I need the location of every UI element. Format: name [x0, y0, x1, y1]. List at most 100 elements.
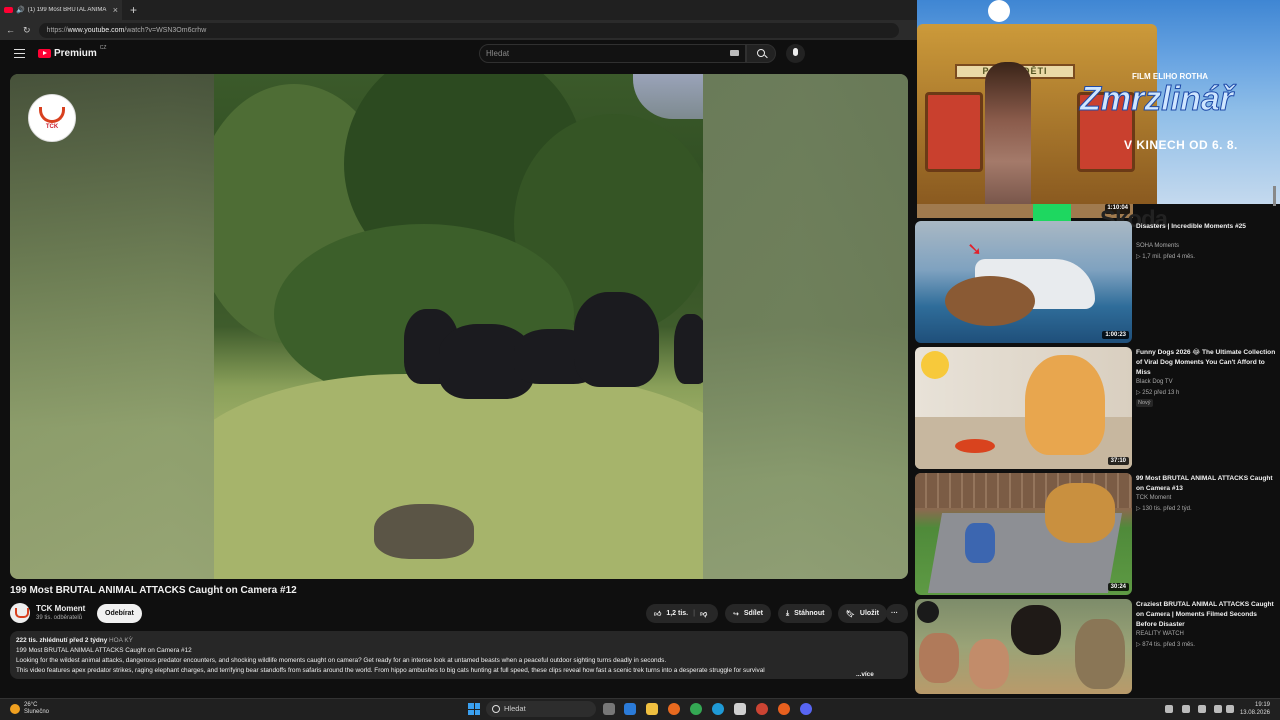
weather-widget[interactable]: 26°C Slunečno [10, 702, 49, 716]
store-icon[interactable] [734, 703, 746, 715]
browser-tab-bar: 🔊 (1) 199 Most BRUTAL ANIMA × + [0, 0, 917, 20]
video-meta: ▷ 874 tis. před 3 měs. [1136, 642, 1195, 648]
video-thumbnail[interactable]: ➘ 1:00:23 [915, 221, 1132, 343]
mail-icon[interactable] [624, 703, 636, 715]
video-player[interactable]: TCK [10, 74, 908, 579]
url-field[interactable]: https://www.youtube.com/watch?v=WSN3Om6c… [38, 22, 899, 38]
video-duration: 30:24 [1107, 583, 1129, 591]
discord-icon[interactable] [800, 703, 812, 715]
firefox-active-icon[interactable] [778, 703, 790, 715]
subscriber-count: 39 tis. odběratelů [36, 615, 83, 621]
browser-tab[interactable]: 🔊 (1) 199 Most BRUTAL ANIMA × [0, 0, 122, 20]
video-meta: ▷ 252 před 13 h [1136, 390, 1180, 396]
voice-search-button[interactable] [786, 44, 805, 63]
youtube-play-icon [38, 49, 51, 58]
reload-icon[interactable]: ↻ [23, 25, 31, 36]
tab-title: (1) 199 Most BRUTAL ANIMA [27, 7, 107, 13]
sky [633, 74, 703, 119]
new-badge: Nový [1136, 399, 1153, 407]
download-button[interactable]: ⤓ Stáhnout [778, 604, 833, 623]
share-label: Sdílet [743, 610, 763, 617]
keyboard-icon[interactable] [730, 50, 739, 56]
channel-name[interactable]: TCK Moment [1136, 495, 1171, 501]
new-tab-button[interactable]: + [130, 3, 137, 17]
video-title[interactable]: Funny Dogs 2026 😂 The Ultimate Collectio… [1136, 348, 1276, 378]
video-duration: 1:00:23 [1102, 331, 1129, 339]
youtube-header: Premium CZ Hledat [0, 40, 917, 70]
file-explorer-icon[interactable] [646, 703, 658, 715]
video-title[interactable]: 99 Most BRUTAL ANIMAL ATTACKS Caught on … [1136, 474, 1276, 494]
video-thumbnail[interactable]: 30:24 [915, 473, 1132, 595]
video-meta: ▷ 130 tis. před 2 týd. [1136, 506, 1192, 512]
related-video[interactable]: 30:24 99 Most BRUTAL ANIMAL ATTACKS Caug… [915, 473, 1280, 595]
related-video[interactable]: Craziest BRUTAL ANIMAL ATTACKS Caught on… [915, 599, 1280, 694]
dislike-icon[interactable]: 👎︎ [700, 609, 707, 618]
sun-icon [10, 704, 20, 714]
like-count[interactable]: 1,2 tis. [666, 610, 688, 617]
edge-icon[interactable] [712, 703, 724, 715]
app-icon[interactable] [756, 703, 768, 715]
snowman-mascot-icon [988, 0, 1010, 22]
search-placeholder: Hledat [486, 49, 510, 58]
phoenix-logo-icon [39, 106, 65, 123]
ad-character [985, 62, 1031, 204]
system-clock[interactable]: 19:19 13.08.2026 [1240, 701, 1270, 717]
search-icon [757, 49, 765, 57]
show-more-link[interactable]: ...více [856, 671, 874, 678]
firefox-icon[interactable] [668, 703, 680, 715]
chrome-icon[interactable] [690, 703, 702, 715]
divider: | [693, 610, 696, 617]
subscribe-button[interactable]: Odebírat [97, 604, 142, 623]
red-arrow-icon: ➘ [967, 239, 983, 259]
description-box[interactable]: 222 tis. zhlédnutí před 2 týdny HOA KỲ 1… [10, 631, 908, 679]
bookmark-icon: 🔖︎ [846, 610, 855, 618]
channel-avatar[interactable] [10, 603, 30, 623]
channel-name[interactable]: Black Dog TV [1136, 379, 1173, 385]
cloud-icon[interactable] [1182, 705, 1190, 713]
channel-watermark: TCK [28, 94, 76, 142]
speaker-icon[interactable]: 🔊 [16, 6, 25, 14]
video-frame[interactable] [214, 74, 703, 579]
address-bar-row: ← ↻ https://www.youtube.com/watch?v=WSN3… [0, 20, 917, 40]
video-title: 199 Most BRUTAL ANIMAL ATTACKS Caught on… [10, 585, 297, 596]
close-tab-icon[interactable]: × [113, 5, 118, 15]
scrollbar-thumb[interactable] [1273, 186, 1276, 206]
channel-name[interactable]: TCK Moment [36, 604, 85, 613]
view-stats: 222 tis. zhlédnutí před 2 týdny [16, 637, 108, 644]
network-icon[interactable] [1214, 705, 1222, 713]
watermark-text: TCK [45, 123, 59, 130]
ad-window-left [925, 92, 983, 172]
more-actions-button[interactable]: ··· [886, 604, 908, 623]
video-thumbnail[interactable]: 37:10 [915, 347, 1132, 469]
video-thumbnail[interactable] [915, 599, 1132, 694]
task-view-icon[interactable] [603, 703, 615, 715]
taskbar-search[interactable]: Hledat [486, 701, 596, 717]
video-title[interactable]: Craziest BRUTAL ANIMAL ATTACKS Caught on… [1136, 600, 1276, 630]
windows-start-icon[interactable] [468, 703, 480, 715]
video-title[interactable]: Disasters | Incredible Moments #25 [1136, 222, 1276, 232]
volume-icon[interactable] [1226, 705, 1234, 713]
youtube-logo[interactable]: Premium CZ [38, 45, 106, 59]
channel-name[interactable]: REALITY WATCH [1136, 631, 1184, 637]
search-input[interactable]: Hledat [479, 44, 746, 63]
location-tag[interactable]: HOA KỲ [109, 637, 133, 644]
menu-icon[interactable] [14, 49, 25, 58]
search-button[interactable] [746, 44, 776, 63]
tray-chevron-icon[interactable] [1165, 705, 1173, 713]
youtube-favicon-icon [4, 7, 13, 13]
save-label: Uložit [859, 610, 879, 617]
share-button[interactable]: ↪ Sdílet [725, 604, 771, 623]
description-line-2: Looking for the wildest animal attacks, … [16, 657, 667, 664]
video-meta: ▷ 1,7 mil. před 4 měs. [1136, 254, 1195, 260]
save-button[interactable]: 🔖︎ Uložit [838, 604, 887, 623]
usb-icon[interactable] [1198, 705, 1206, 713]
related-video[interactable]: ➘ 1:00:23 Disasters | Incredible Moments… [915, 221, 1280, 343]
url-domain: www.youtube.com [67, 26, 125, 34]
channel-name[interactable]: SOHA Moments [1136, 243, 1179, 249]
related-video[interactable]: 37:10 Funny Dogs 2026 😂 The Ultimate Col… [915, 347, 1280, 469]
logo-text: Premium [54, 48, 97, 59]
like-icon[interactable]: 👍︎ [654, 609, 661, 618]
weather-status: Slunečno [24, 709, 50, 715]
channel-badge-icon [917, 601, 939, 623]
back-icon[interactable]: ← [6, 25, 15, 35]
